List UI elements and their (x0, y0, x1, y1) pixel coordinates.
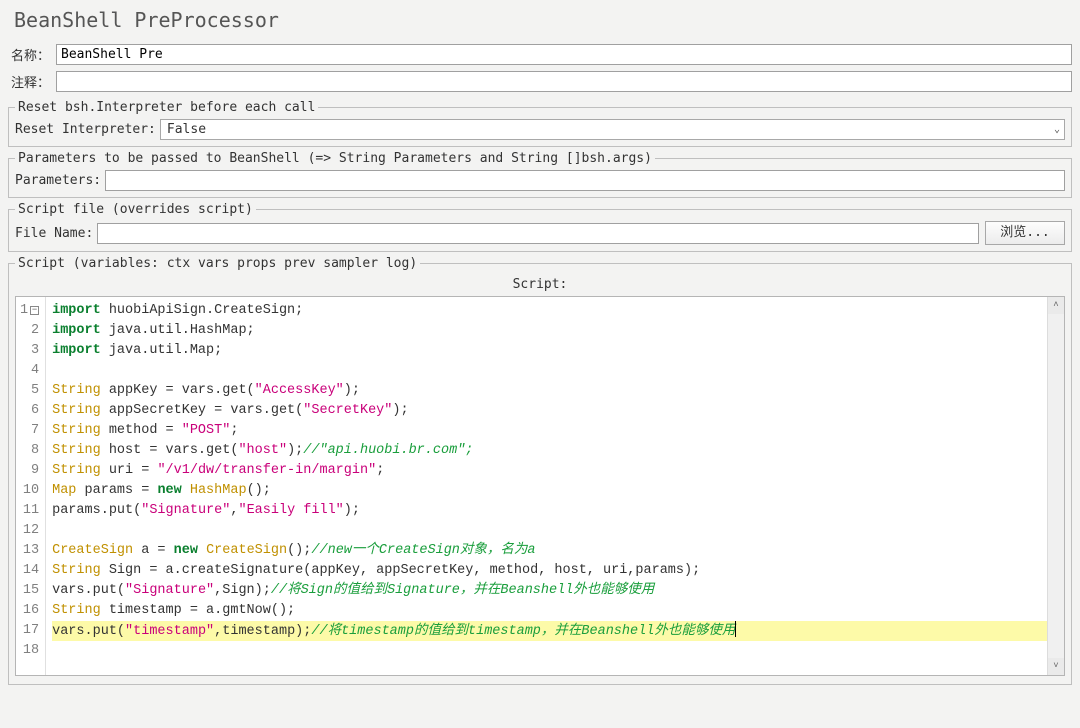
comments-label: 注释： (8, 72, 56, 91)
code-line[interactable]: String appSecretKey = vars.get("SecretKe… (52, 401, 1058, 421)
editor-scrollbar[interactable]: ˄ ˅ (1047, 297, 1064, 675)
editor-gutter: 1−23456789101112131415161718 (16, 297, 46, 675)
parameters-group: Parameters to be passed to BeanShell (=>… (8, 151, 1072, 198)
editor-code[interactable]: import huobiApiSign.CreateSign;import ja… (46, 297, 1064, 675)
reset-interpreter-group: Reset bsh.Interpreter before each call R… (8, 100, 1072, 147)
script-group: Script (variables: ctx vars props prev s… (8, 256, 1072, 685)
comments-input[interactable] (56, 71, 1072, 92)
filename-input[interactable] (97, 223, 979, 244)
code-line[interactable]: import java.util.HashMap; (52, 321, 1058, 341)
script-header-label: Script: (15, 275, 1065, 296)
reset-interpreter-legend: Reset bsh.Interpreter before each call (15, 100, 318, 115)
name-row: 名称： (0, 42, 1080, 69)
code-line[interactable]: Map params = new HashMap(); (52, 481, 1058, 501)
scroll-down-icon[interactable]: ˅ (1048, 658, 1064, 675)
code-line[interactable]: String appKey = vars.get("AccessKey"); (52, 381, 1058, 401)
code-line[interactable] (52, 361, 1058, 381)
browse-button[interactable]: 浏览... (985, 221, 1065, 245)
code-line[interactable] (52, 521, 1058, 541)
reset-interpreter-label: Reset Interpreter: (15, 122, 160, 137)
code-line[interactable]: vars.put("timestamp",timestamp);//将times… (52, 621, 1058, 641)
scriptfile-legend: Script file (overrides script) (15, 202, 256, 217)
code-line[interactable]: String uri = "/v1/dw/transfer-in/margin"… (52, 461, 1058, 481)
filename-label: File Name: (15, 226, 97, 241)
reset-interpreter-value: False (167, 122, 206, 137)
chevron-down-icon: ⌄ (1054, 124, 1060, 135)
code-line[interactable]: String Sign = a.createSignature(appKey, … (52, 561, 1058, 581)
parameters-legend: Parameters to be passed to BeanShell (=>… (15, 151, 655, 166)
reset-interpreter-select[interactable]: False ⌄ (160, 119, 1065, 140)
script-legend: Script (variables: ctx vars props prev s… (15, 256, 420, 271)
parameters-label: Parameters: (15, 173, 105, 188)
code-line[interactable]: import java.util.Map; (52, 341, 1058, 361)
code-line[interactable]: String timestamp = a.gmtNow(); (52, 601, 1058, 621)
code-line[interactable]: vars.put("Signature",Sign);//将Sign的值给到Si… (52, 581, 1058, 601)
name-input[interactable] (56, 44, 1072, 65)
code-line[interactable]: import huobiApiSign.CreateSign; (52, 301, 1058, 321)
script-editor[interactable]: 1−23456789101112131415161718 import huob… (15, 296, 1065, 676)
code-line[interactable]: String host = vars.get("host");//"api.hu… (52, 441, 1058, 461)
code-line[interactable]: params.put("Signature","Easily fill"); (52, 501, 1058, 521)
scroll-up-icon[interactable]: ˄ (1048, 297, 1064, 314)
code-line[interactable] (52, 641, 1058, 661)
panel-title: BeanShell PreProcessor (0, 0, 1080, 42)
name-label: 名称： (8, 45, 56, 64)
code-line[interactable]: CreateSign a = new CreateSign();//new一个C… (52, 541, 1058, 561)
comments-row: 注释： (0, 69, 1080, 96)
scriptfile-group: Script file (overrides script) File Name… (8, 202, 1072, 252)
code-line[interactable]: String method = "POST"; (52, 421, 1058, 441)
parameters-input[interactable] (105, 170, 1065, 191)
